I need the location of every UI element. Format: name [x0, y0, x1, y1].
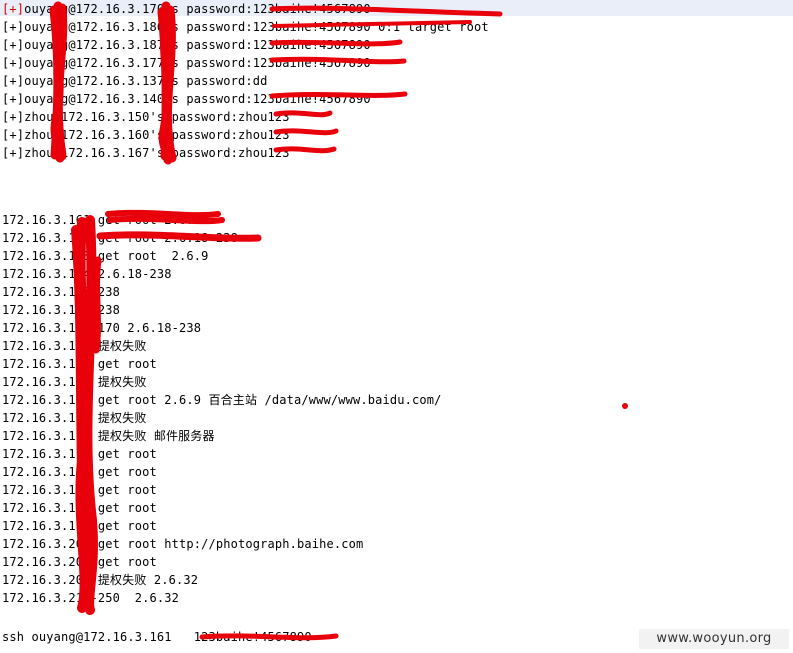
host-result-line: 172.16.3.202 get root	[2, 555, 157, 569]
host-result-line: 172.16.3.179 get root	[2, 483, 157, 497]
host-result-line: 172.16.3.163 get root 2.6.9	[2, 249, 209, 263]
host-result-line: 172.16.3.161 get root 2.6.18	[2, 213, 209, 227]
host-result-line: 172.16.3.180 get root	[2, 501, 157, 515]
host-result-line: 172.16.3.165 238	[2, 285, 120, 299]
password-result-line: [+]ouyang@172.16.3.140's password:123bai…	[2, 90, 371, 108]
watermark: www.wooyun.org	[639, 629, 789, 649]
host-result-line: 172.16.3.164 2.6.18-238	[2, 267, 172, 281]
result-prefix: [+]	[2, 110, 25, 124]
result-text: ouyang@172.16.3.137's password:dd	[24, 74, 268, 88]
password-result-line: [+]ouyang@172.16.3.187's password:123bai…	[2, 36, 371, 54]
result-text: ouyang@172.16.3.180's password:123baihe!…	[24, 20, 489, 34]
host-result-line: 172.16.3.175 提权失败	[2, 411, 147, 425]
result-prefix: [+]	[2, 2, 25, 16]
result-prefix: [+]	[2, 56, 25, 70]
result-text: zhou@172.16.3.150's password:zhou123	[24, 110, 290, 124]
host-result-line: 172.16.3.181 get root	[2, 519, 157, 533]
password-result-line: [+]ouyang@172.16.3.170's password:123bai…	[2, 0, 371, 18]
result-text: zhou@172.16.3.160's password:zhou123	[24, 128, 290, 142]
password-result-line: [+]zhou@172.16.3.160's password:zhou123	[2, 126, 290, 144]
result-prefix: [+]	[2, 74, 25, 88]
host-result-line: 172.16.3.203 提权失败 2.6.32	[2, 573, 199, 587]
result-text: zhou@172.16.3.167's password:zhou123	[24, 146, 290, 160]
password-result-line: [+]zhou@172.16.3.150's password:zhou123	[2, 108, 290, 126]
password-result-line: [+]zhou@172.16.3.167's password:zhou123	[2, 144, 290, 162]
result-prefix: [+]	[2, 92, 25, 106]
host-result-line: 172.16.3.173 提权失败	[2, 375, 147, 389]
password-result-line: [+]ouyang@172.16.3.180's password:123bai…	[2, 18, 489, 36]
host-result-line: 172.16.3.178 get root	[2, 465, 157, 479]
host-result-line: 172.16.3.177 get root	[2, 447, 157, 461]
password-result-line: [+]ouyang@172.16.3.177's password:123bai…	[2, 54, 371, 72]
host-result-line: 172.16.3.172 get root	[2, 357, 157, 371]
result-text: ouyang@172.16.3.187's password:123baihe!…	[24, 38, 371, 52]
password-result-line: [+]ouyang@172.16.3.137's password:dd	[2, 72, 268, 90]
host-result-line: 172.16.3.166 238	[2, 303, 120, 317]
result-prefix: [+]	[2, 38, 25, 52]
host-result-line: 172.16.3.162 get root 2.6.18-238	[2, 231, 238, 245]
host-result-line: 172.16.3.171 提权失败	[2, 339, 147, 353]
result-prefix: [+]	[2, 128, 25, 142]
host-result-line: 172.16.3.167-170 2.6.18-238	[2, 321, 202, 335]
host-result-line: 172.16.3.201 get root http://photograph.…	[2, 537, 364, 551]
host-result-line: 172.16.3.174 get root 2.6.9 百合主站 /data/w…	[2, 393, 442, 407]
result-text: ouyang@172.16.3.177's password:123baihe!…	[24, 56, 371, 70]
text-editor[interactable]: [+]ouyang@172.16.3.170's password:123bai…	[0, 0, 793, 653]
result-prefix: [+]	[2, 146, 25, 160]
result-text: ouyang@172.16.3.140's password:123baihe!…	[24, 92, 371, 106]
ssh-command-line: ssh ouyang@172.16.3.161 123baihe!4567890	[2, 630, 312, 644]
result-text: ouyang@172.16.3.170's password:123baihe!…	[24, 2, 371, 16]
result-prefix: [+]	[2, 20, 25, 34]
host-result-line: 172.16.3.176 提权失败 邮件服务器	[2, 429, 215, 443]
host-result-line: 172.16.3.210-250 2.6.32	[2, 591, 179, 605]
